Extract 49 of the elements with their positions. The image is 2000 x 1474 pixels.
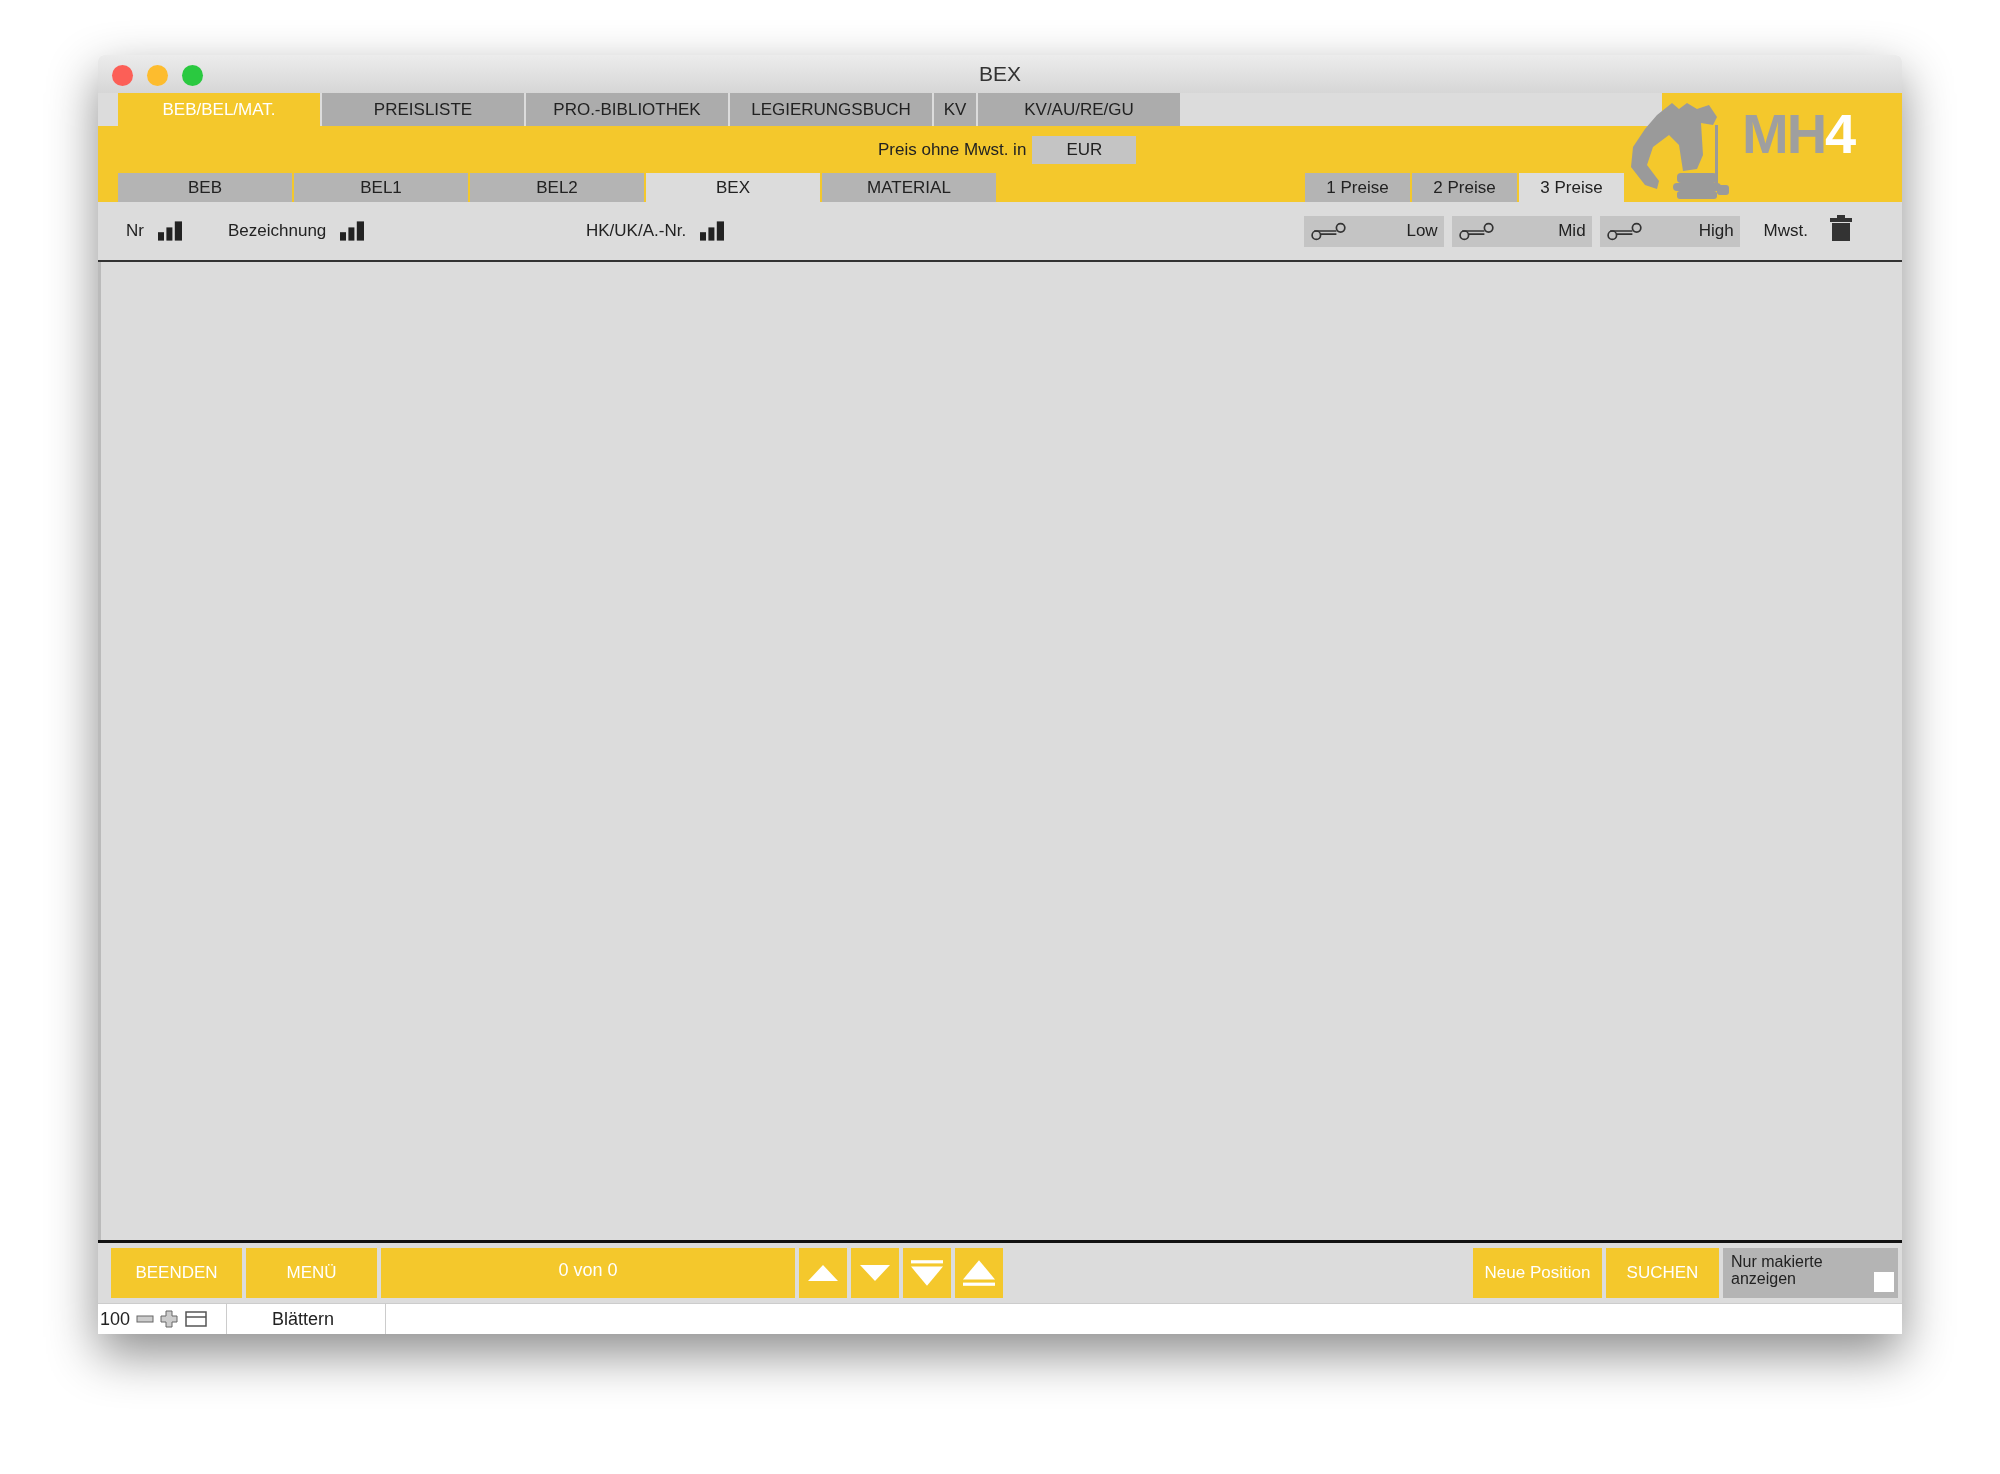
sort-icon[interactable] (700, 221, 725, 241)
checkbox[interactable] (1874, 1272, 1894, 1292)
main-tab[interactable]: KV (934, 93, 976, 126)
logo-text: MH4 (1742, 101, 1855, 166)
price-column-header[interactable]: Mid (1451, 215, 1592, 247)
nav-button[interactable] (851, 1248, 899, 1298)
price-column-header[interactable]: High (1599, 215, 1740, 247)
main-tab[interactable]: KV/AU/RE/GU (978, 93, 1180, 126)
column-header: Mwst. (1763, 221, 1808, 241)
down-triangle-icon (859, 1263, 891, 1283)
zoom-in-icon[interactable] (160, 1310, 179, 1328)
close-button[interactable] (112, 65, 133, 86)
slider-icon (1309, 221, 1348, 241)
slider-icon (1605, 221, 1644, 241)
main-tab[interactable]: LEGIERUNGSBUCH (730, 93, 932, 126)
sub-tab[interactable]: BEX (646, 173, 820, 202)
minimize-button[interactable] (147, 65, 168, 86)
currency-field[interactable]: EUR (1032, 135, 1137, 164)
record-count: 0 von 0 (381, 1248, 795, 1298)
window-title: BEX (979, 62, 1021, 86)
filter-label: Nur makierte anzeigen (1731, 1254, 1824, 1288)
column-header[interactable]: Nr (126, 221, 144, 241)
sub-tab[interactable]: BEB (118, 173, 292, 202)
zoom-level: 100 (99, 1308, 131, 1330)
up-triangle-icon (807, 1263, 839, 1283)
column-header[interactable]: Bezeichnung (228, 221, 327, 241)
trash-icon[interactable] (1830, 215, 1852, 241)
nav-button[interactable] (955, 1248, 1003, 1298)
column-header[interactable]: HK/UK/A.-Nr. (586, 221, 687, 241)
mode-field[interactable]: Blättern (226, 1304, 387, 1334)
sub-tab[interactable]: BEL1 (294, 173, 468, 202)
main-tab[interactable]: PRO.-BIBLIOTHEK (526, 93, 728, 126)
main-tab[interactable]: PREISLISTE (322, 93, 524, 126)
price-column-header[interactable]: Low (1303, 215, 1444, 247)
up-triangle-bar-icon (963, 1260, 995, 1286)
sub-tab[interactable]: BEL2 (470, 173, 644, 202)
down-triangle-bar-icon (911, 1260, 943, 1286)
sort-icon[interactable] (157, 221, 182, 241)
zoom-button[interactable] (182, 65, 203, 86)
currency-label: Preis ohne Mwst. in (878, 139, 1027, 160)
nav-button[interactable] (799, 1248, 847, 1298)
price-tab[interactable]: 1 Preise (1305, 173, 1410, 202)
sort-icon[interactable] (340, 221, 365, 241)
price-tab[interactable]: 3 Preise (1519, 173, 1624, 202)
slider-icon (1457, 221, 1496, 241)
nav-button[interactable] (903, 1248, 951, 1298)
price-tab[interactable]: 2 Preise (1412, 173, 1517, 202)
sub-tab[interactable]: MATERIAL (822, 173, 996, 202)
window-icon[interactable] (184, 1310, 209, 1328)
